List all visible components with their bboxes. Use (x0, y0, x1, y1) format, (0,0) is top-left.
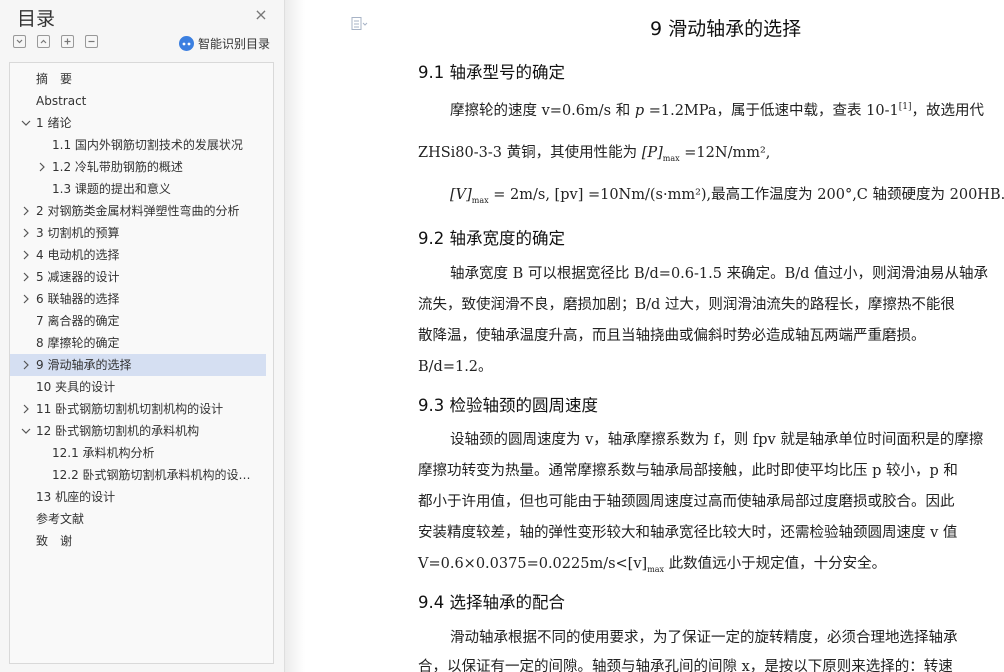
toc-item[interactable]: 12.2 卧式钢筋切割机承料机构的设… (10, 464, 273, 486)
toc-item-label: 1 绪论 (36, 116, 72, 130)
chevron-right-icon[interactable] (20, 200, 32, 222)
toc-item[interactable]: 7 离合器的确定 (10, 310, 273, 332)
paragraph-line: 摩擦功转变为热量。通常摩擦系数与轴承局部接触，此时即使平均比压 p 较小，p 和 (418, 463, 958, 479)
toc-item[interactable]: 1.3 课题的提出和意义 (10, 178, 273, 200)
paragraph-line: V=0.6×0.0375=0.0225m/s<[v]max 此数值远小于规定值，… (418, 556, 887, 574)
toc-item-label: 摘 要 (36, 72, 73, 86)
paragraph-line: 轴承宽度 B 可以根据宽径比 B/d=0.6-1.5 来确定。B/d 值过小，则… (450, 266, 989, 282)
toc-item-label: 参考文献 (36, 512, 85, 526)
close-icon[interactable]: × (252, 6, 270, 24)
chevron-right-icon[interactable] (20, 222, 32, 244)
toc-item[interactable]: 参考文献 (10, 508, 273, 530)
toc-item-label: Abstract (36, 94, 87, 108)
toc-item-label: 10 夹具的设计 (36, 380, 116, 394)
paragraph-line: 流失，致使润滑不良，磨损加剧；B/d 过大，则润滑油流失的路程长，摩擦热不能很 (418, 297, 955, 313)
document-view: 9 滑动轴承的选择 9.1 轴承型号的确定 摩擦轮的速度 v=0.6m/s 和 … (285, 0, 1004, 672)
toc-item-label: 2 对钢筋类金属材料弹塑性弯曲的分析 (36, 204, 240, 218)
chevron-right-icon[interactable] (20, 244, 32, 266)
smart-toc-button[interactable]: 智能识别目录 (179, 35, 270, 51)
toc-item[interactable]: 2 对钢筋类金属材料弹塑性弯曲的分析 (10, 200, 273, 222)
toc-item-label: 致 谢 (36, 534, 73, 548)
toc-item[interactable]: 4 电动机的选择 (10, 244, 273, 266)
chevron-down-icon[interactable] (20, 112, 32, 134)
collapse-all-icon[interactable] (13, 35, 26, 48)
chevron-right-icon[interactable] (36, 156, 48, 178)
toc-item-label: 4 电动机的选择 (36, 248, 120, 262)
toc-item-label: 9 滑动轴承的选择 (36, 358, 132, 372)
toc-item[interactable]: 11 卧式钢筋切割机切割机构的设计 (10, 398, 273, 420)
toc-item[interactable]: 3 切割机的预算 (10, 222, 273, 244)
toc-item-label: 11 卧式钢筋切割机切割机构的设计 (36, 402, 224, 416)
paragraph-line: 摩擦轮的速度 v=0.6m/s 和 p =1.2MPa，属于低速中载，查表 10… (450, 102, 984, 119)
smart-toc-label: 智能识别目录 (198, 36, 271, 51)
remove-heading-icon[interactable] (85, 35, 98, 48)
toc-item[interactable]: 9 滑动轴承的选择 (10, 354, 266, 376)
paragraph-line: 散降温，使轴承温度升高，而且当轴挠曲或偏斜时势必造成轴瓦两端严重磨损。 (418, 328, 926, 344)
section-heading: 9.4 选择轴承的配合 (418, 593, 565, 612)
toc-item[interactable]: Abstract (10, 90, 273, 112)
page-edge (285, 0, 305, 672)
toc-title: 目录 (17, 8, 56, 30)
chevron-right-icon[interactable] (20, 288, 32, 310)
toc-item[interactable]: 摘 要 (10, 68, 273, 90)
toc-item[interactable]: 1.1 国内外钢筋切割技术的发展状况 (10, 134, 273, 156)
toc-item-label: 13 机座的设计 (36, 490, 116, 504)
toc-item[interactable]: 6 联轴器的选择 (10, 288, 273, 310)
toc-item[interactable]: 12 卧式钢筋切割机的承料机构 (10, 420, 273, 442)
toc-item[interactable]: 1 绪论 (10, 112, 273, 134)
toc-item-label: 12 卧式钢筋切割机的承料机构 (36, 424, 200, 438)
paragraph-line: [V]max = 2m/s, [pv] =10Nm/(s·mm²),最高工作温度… (450, 187, 1004, 205)
toc-item[interactable]: 致 谢 (10, 530, 273, 552)
expand-up-icon[interactable] (37, 35, 50, 48)
chevron-down-icon[interactable] (20, 420, 32, 442)
section-heading: 9.1 轴承型号的确定 (418, 63, 565, 82)
toc-item[interactable]: 12.1 承料机构分析 (10, 442, 273, 464)
toc-item[interactable]: 1.2 冷轧带肋钢筋的概述 (10, 156, 273, 178)
toc-item[interactable]: 13 机座的设计 (10, 486, 273, 508)
toc-item-label: 5 减速器的设计 (36, 270, 120, 284)
toc-list: 摘 要 Abstract 1 绪论 1.1 国内外钢筋切割技术的发展状况 1.2 冷轧带… (9, 62, 274, 664)
toc-item-label: 12.1 承料机构分析 (52, 446, 155, 460)
toc-item[interactable]: 10 夹具的设计 (10, 376, 273, 398)
toc-item-label: 12.2 卧式钢筋切割机承料机构的设… (52, 468, 251, 482)
document-menu-icon[interactable] (351, 17, 369, 35)
chapter-title: 9 滑动轴承的选择 (650, 18, 802, 40)
paragraph-line: 设轴颈的圆周速度为 v，轴承摩擦系数为 f，则 fpv 就是轴承单位时间面积是的… (450, 432, 984, 448)
paragraph-line: 合，以保证有一定的间隙。轴颈与轴承孔间的间隙 x，是按以下原则来选择的：转速 (418, 659, 953, 672)
chevron-right-icon[interactable] (20, 398, 32, 420)
toc-item-label: 1.3 课题的提出和意义 (52, 182, 171, 196)
ai-icon (179, 35, 194, 51)
toc-item-label: 8 摩擦轮的确定 (36, 336, 120, 350)
chevron-right-icon[interactable] (20, 266, 32, 288)
toc-item-label: 7 离合器的确定 (36, 314, 120, 328)
section-heading: 9.3 检验轴颈的圆周速度 (418, 396, 598, 415)
toc-item[interactable]: 5 减速器的设计 (10, 266, 273, 288)
toc-item-label: 6 联轴器的选择 (36, 292, 120, 306)
toc-item-label: 3 切割机的预算 (36, 226, 120, 240)
chevron-right-icon[interactable] (20, 354, 32, 376)
toc-sidebar: 目录 × 智能识别目录 摘 要 Abstract 1 绪论 1.1 国内外钢筋切割技术… (0, 0, 285, 672)
toc-item[interactable]: 8 摩擦轮的确定 (10, 332, 273, 354)
section-heading: 9.2 轴承宽度的确定 (418, 229, 565, 248)
toc-item-label: 1.1 国内外钢筋切割技术的发展状况 (52, 138, 243, 152)
paragraph-line: B/d=1.2。 (418, 359, 493, 375)
paragraph-line: 滑动轴承根据不同的使用要求，为了保证一定的旋转精度，必须合理地选择轴承 (450, 630, 958, 646)
paragraph-line: 安装精度较差，轴的弹性变形较大和轴承宽径比较大时，还需检验轴颈圆周速度 v 值 (418, 525, 958, 541)
paragraph-line: ZHSi80-3-3 黄铜，其使用性能为 [P]max =12N/mm², (418, 145, 771, 163)
toc-item-label: 1.2 冷轧带肋钢筋的概述 (52, 160, 183, 174)
add-heading-icon[interactable] (61, 35, 74, 48)
paragraph-line: 都小于许用值，但也可能由于轴颈圆周速度过高而使轴承局部过度磨损或胶合。因此 (418, 494, 955, 510)
